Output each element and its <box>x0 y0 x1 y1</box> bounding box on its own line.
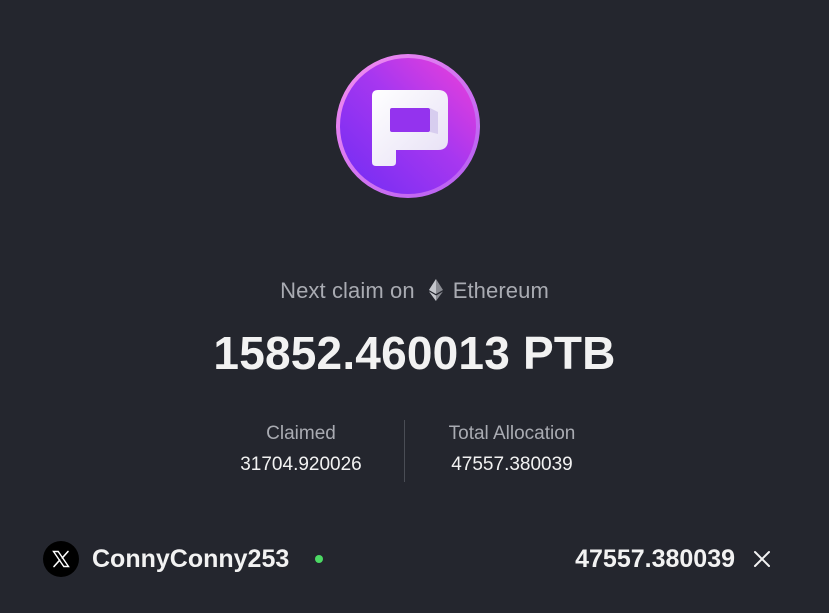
online-status-dot <box>315 555 323 563</box>
network-name: Ethereum <box>452 278 549 303</box>
account-allocation-amount: 47557.380039 <box>575 545 735 573</box>
ethereum-icon <box>428 279 443 301</box>
next-claim-label: Next claim on <box>280 278 415 303</box>
next-claim-line: Next claim on Ethereum <box>0 278 829 304</box>
allocation-stats: Claimed 31704.920026 Total Allocation 47… <box>0 420 829 482</box>
ptb-token-logo-icon <box>334 52 482 200</box>
claimed-value: 31704.920026 <box>240 454 362 475</box>
username: ConnyConny253 <box>92 545 290 573</box>
account-row: ConnyConny253 47557.380039 <box>0 540 829 578</box>
claimed-stat: Claimed 31704.920026 <box>191 422 411 479</box>
x-logo-icon <box>43 541 79 577</box>
total-allocation-label: Total Allocation <box>448 423 576 444</box>
total-allocation-value: 47557.380039 <box>451 454 573 475</box>
claim-panel: Next claim on Ethereum 15852.460013 PTB C… <box>0 0 829 613</box>
claimed-label: Claimed <box>266 423 336 444</box>
total-allocation-stat: Total Allocation 47557.380039 <box>402 422 622 479</box>
close-icon[interactable] <box>750 547 774 571</box>
next-claim-amount: 15852.460013 PTB <box>213 327 616 379</box>
